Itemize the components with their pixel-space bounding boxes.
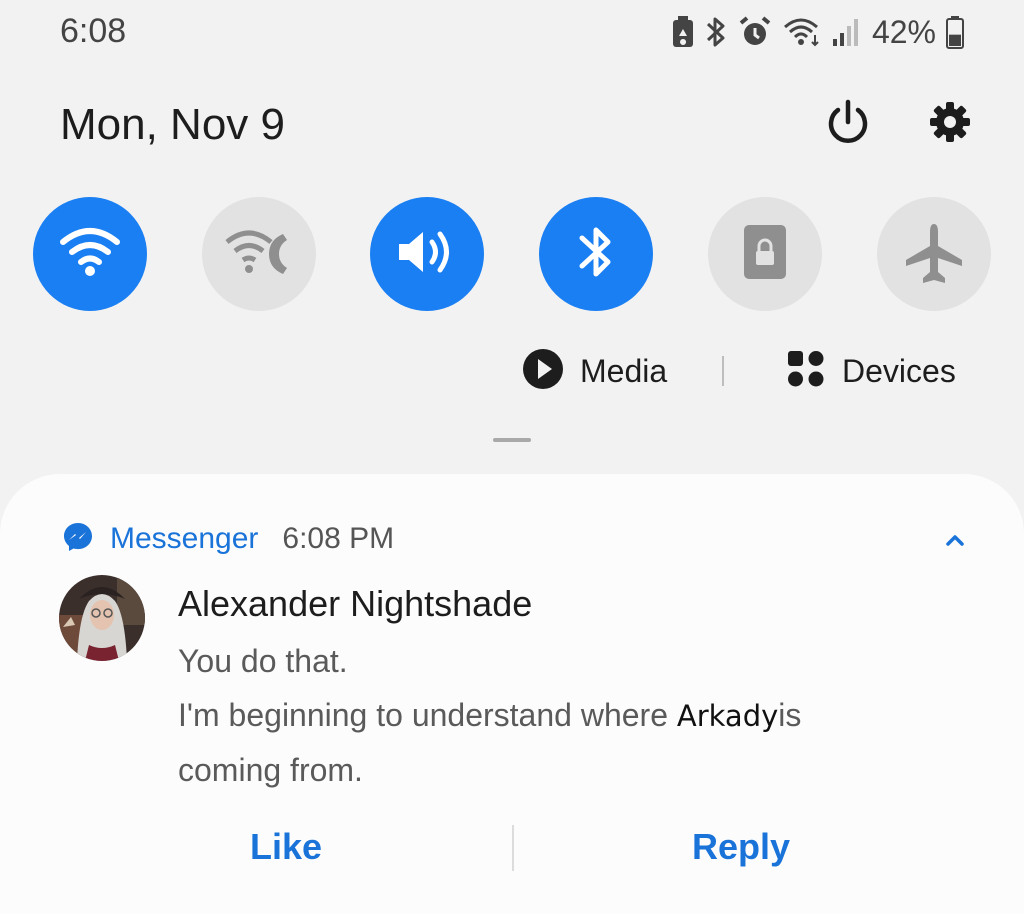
sender-name: Alexander Nightshade <box>178 583 533 624</box>
devices-label: Devices <box>842 352 956 389</box>
status-time: 6:08 <box>60 12 127 50</box>
quick-settings-tiles <box>33 197 993 312</box>
battery-icon <box>946 15 964 49</box>
power-icon <box>824 98 872 151</box>
settings-button[interactable] <box>924 98 976 150</box>
airplane-icon <box>902 220 966 289</box>
like-button[interactable]: Like <box>250 826 322 868</box>
chevron-up-icon <box>940 535 970 557</box>
cell-signal-icon <box>832 17 860 47</box>
messenger-icon <box>62 521 94 558</box>
rotation-lock-icon <box>742 223 788 286</box>
battery-percent: 42% <box>871 13 936 50</box>
status-bar: 6:08 42% <box>0 0 1024 64</box>
notification-header: Messenger 6:08 PM <box>62 519 394 559</box>
media-devices-divider <box>722 356 724 386</box>
bluetooth-toggle[interactable] <box>539 197 653 311</box>
status-icons: 42% <box>672 12 964 52</box>
message-line-2: I'm beginning to understand where Arkady… <box>178 697 801 734</box>
reply-button[interactable]: Reply <box>692 826 790 868</box>
message-line-2-text: I'm beginning to understand where <box>178 697 677 733</box>
battery-saver-icon <box>672 16 694 48</box>
rotation-lock-toggle[interactable] <box>708 197 822 311</box>
play-icon <box>522 348 564 395</box>
wifi-icon <box>59 226 121 283</box>
bluetooth-icon <box>576 222 616 287</box>
devices-icon <box>786 349 826 394</box>
message-line-2-end: is <box>778 697 802 733</box>
sound-icon <box>395 226 459 283</box>
collapse-button[interactable] <box>940 527 970 553</box>
app-name: Messenger <box>110 522 259 555</box>
power-button[interactable] <box>822 98 874 150</box>
gear-icon <box>928 100 972 149</box>
actions-divider <box>512 825 514 871</box>
panel-drag-handle[interactable] <box>493 438 531 442</box>
media-label: Media <box>580 352 668 389</box>
message-line-1: You do that. <box>178 643 348 679</box>
message-line-3: coming from. <box>178 752 363 788</box>
notification-time: 6:08 PM <box>282 522 395 555</box>
devices-button[interactable]: Devices <box>786 346 956 396</box>
wifi-calling-toggle[interactable] <box>202 197 316 311</box>
sound-toggle[interactable] <box>370 197 484 311</box>
media-output-button[interactable]: Media <box>522 346 667 396</box>
airplane-mode-toggle[interactable] <box>877 197 991 311</box>
bluetooth-icon <box>704 15 728 49</box>
alarm-icon <box>738 15 772 49</box>
wifi-toggle[interactable] <box>33 197 147 311</box>
avatar <box>59 575 145 661</box>
date-label: Mon, Nov 9 <box>60 100 285 149</box>
wifi-calling-icon <box>223 226 295 283</box>
message-line-2-name: Arkady <box>676 699 779 733</box>
wifi-data-icon <box>782 15 822 49</box>
